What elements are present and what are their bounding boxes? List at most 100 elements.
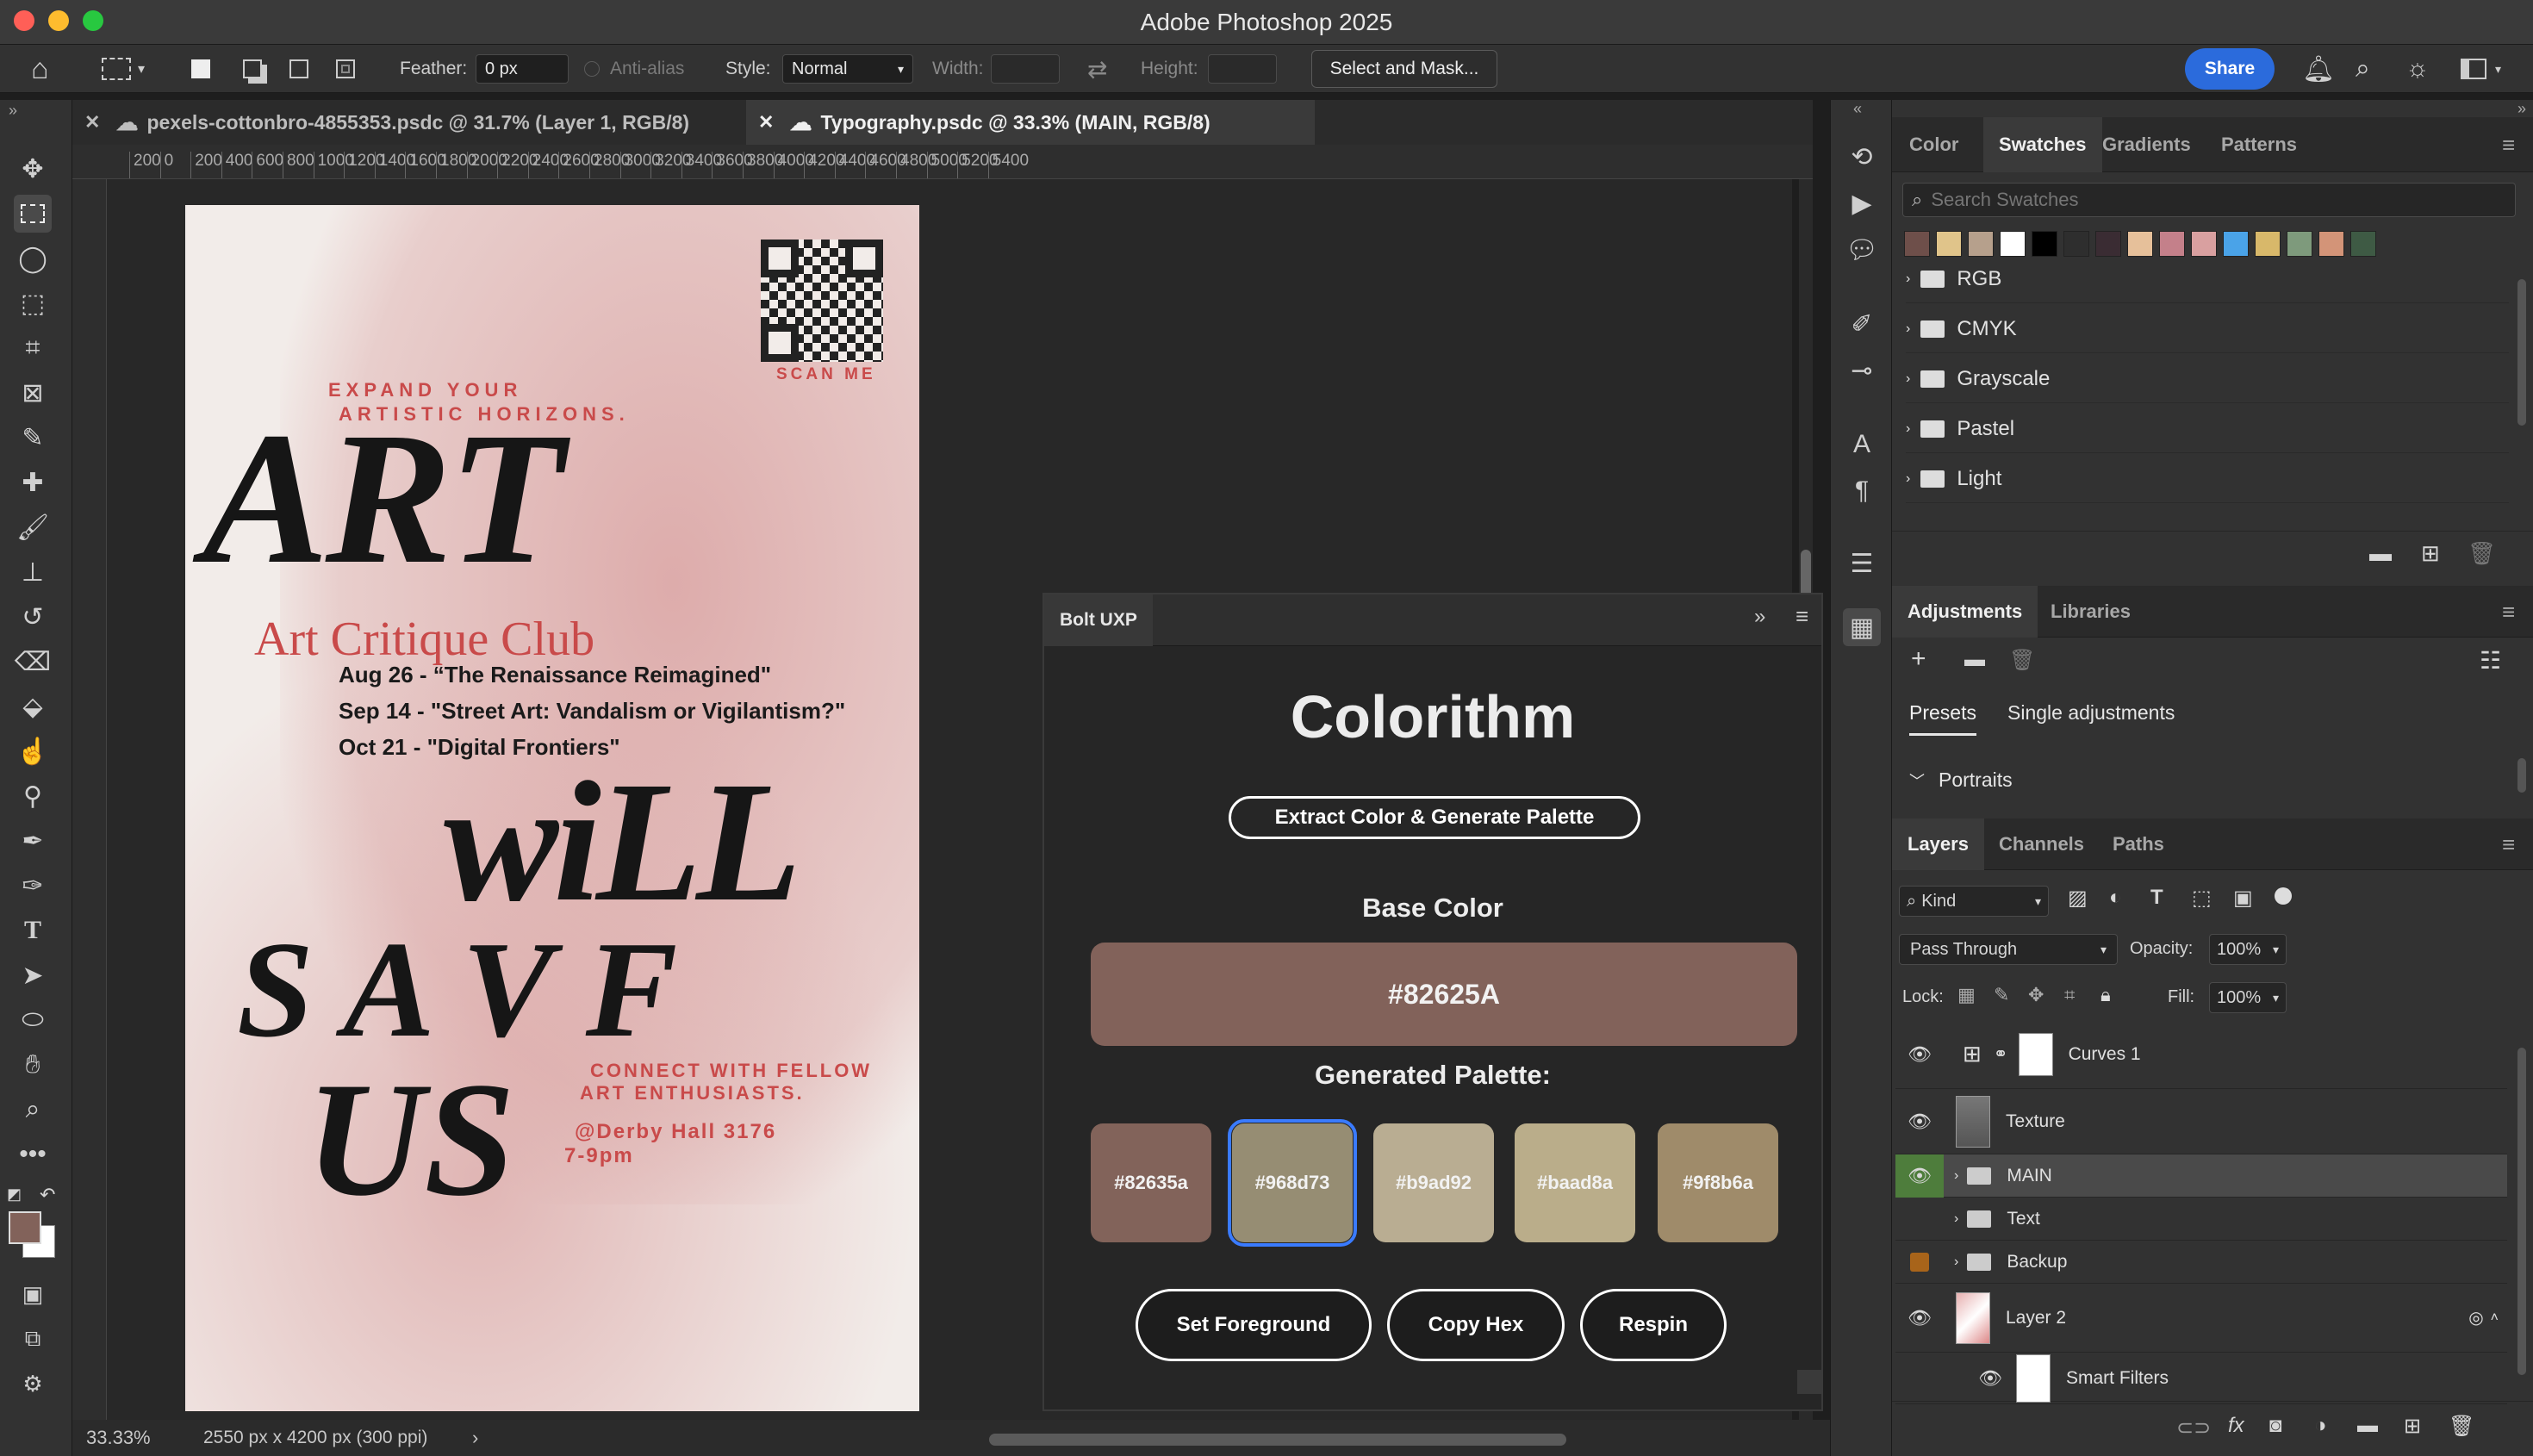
- palette-swatch-4[interactable]: #baad8a: [1515, 1123, 1635, 1242]
- swap-colors-icon[interactable]: ↶: [40, 1184, 55, 1206]
- color-swatch[interactable]: [2159, 231, 2185, 257]
- brush-tool-icon[interactable]: 🖌︎: [14, 508, 52, 546]
- move-tool-icon[interactable]: ✥: [14, 150, 52, 188]
- folder-icon[interactable]: ▬: [1964, 648, 1985, 672]
- more-tools-icon[interactable]: •••: [14, 1136, 52, 1173]
- lock-artboard-icon[interactable]: ⌗: [2064, 984, 2075, 1006]
- tab-swatches[interactable]: Swatches: [1983, 117, 2102, 172]
- eye-icon[interactable]: 👁︎: [1908, 1307, 1937, 1329]
- collapse-icon[interactable]: »: [9, 102, 17, 120]
- palette-swatch-5[interactable]: #9f8b6a: [1658, 1123, 1778, 1242]
- link-layers-icon[interactable]: ⊂⊃: [2176, 1416, 2211, 1440]
- brush-settings-icon[interactable]: ✐: [1843, 305, 1881, 343]
- filter-shape-icon[interactable]: ⬚: [2192, 886, 2212, 911]
- new-group-icon[interactable]: ▬: [2369, 540, 2392, 567]
- frame-tool-icon[interactable]: ⊠: [14, 374, 52, 412]
- color-swatch[interactable]: [2223, 231, 2249, 257]
- intersect-selection-icon[interactable]: [336, 45, 355, 93]
- brushes-icon[interactable]: ⊸: [1843, 352, 1881, 389]
- tab-libraries[interactable]: Libraries: [2051, 586, 2131, 638]
- color-swatch[interactable]: [1936, 231, 1962, 257]
- swatch-group-light[interactable]: › Light: [1906, 455, 2509, 503]
- properties-icon[interactable]: ☰: [1843, 544, 1881, 582]
- plugin-icon[interactable]: ▦: [1843, 608, 1881, 646]
- share-button[interactable]: Share: [2185, 48, 2275, 90]
- subtract-selection-icon[interactable]: [289, 45, 308, 93]
- tab-color[interactable]: Color: [1909, 117, 1958, 172]
- extract-button[interactable]: Extract Color & Generate Palette: [1229, 796, 1640, 839]
- new-selection-icon[interactable]: [191, 45, 210, 93]
- eyedropper-tool-icon[interactable]: ✎: [14, 419, 52, 457]
- antialias-checkbox[interactable]: Anti-alias: [584, 45, 684, 93]
- layer-row-smart-filters[interactable]: 👁︎ Smart Filters: [1895, 1353, 2507, 1404]
- smudge-tool-icon[interactable]: ☝: [14, 732, 52, 770]
- swatch-search-input[interactable]: [1931, 189, 2483, 211]
- tab-paths[interactable]: Paths: [2113, 818, 2164, 870]
- swatch-search[interactable]: ⌕: [1902, 183, 2516, 217]
- chain-link-icon[interactable]: ⚭: [1994, 1043, 2008, 1065]
- list-view-icon[interactable]: ☷: [2480, 646, 2501, 675]
- tab-gradients[interactable]: Gradients: [2102, 117, 2191, 172]
- swatch-group-cmyk[interactable]: › CMYK: [1906, 305, 2509, 353]
- layer-row-texture[interactable]: 👁︎ Texture: [1895, 1089, 2507, 1154]
- layer-row-backup[interactable]: › Backup: [1895, 1241, 2507, 1284]
- panel-menu-icon[interactable]: ≡: [2502, 117, 2515, 172]
- respin-button[interactable]: Respin: [1580, 1289, 1727, 1361]
- screen-mode-icon[interactable]: ⧉: [14, 1320, 52, 1358]
- resize-handle[interactable]: [1797, 1370, 1821, 1394]
- tab-patterns[interactable]: Patterns: [2221, 117, 2297, 172]
- color-swatch[interactable]: [2000, 231, 2026, 257]
- path-select-icon[interactable]: ➤: [14, 956, 52, 994]
- chevron-up-icon[interactable]: ˄: [2491, 1310, 2499, 1326]
- swatch-group-grayscale[interactable]: › Grayscale: [1906, 355, 2509, 403]
- color-swatch[interactable]: [2287, 231, 2312, 257]
- chevron-right-icon[interactable]: ›: [472, 1427, 478, 1449]
- set-foreground-button[interactable]: Set Foreground: [1136, 1289, 1372, 1361]
- lock-pixels-icon[interactable]: ✎: [1994, 984, 2009, 1006]
- filter-adjustment-icon[interactable]: ◐: [2109, 886, 2122, 910]
- eye-icon[interactable]: 👁︎: [1908, 1111, 1937, 1133]
- trash-icon[interactable]: 🗑︎: [2009, 648, 2035, 673]
- panel-menu-icon[interactable]: ≡: [2502, 586, 2515, 638]
- adjustment-layer-icon[interactable]: ◑: [2314, 1414, 2327, 1438]
- collapse-icon[interactable]: »: [2517, 100, 2526, 118]
- ellipse-tool-icon[interactable]: ⬭: [14, 1001, 52, 1039]
- color-swatch[interactable]: [2318, 231, 2344, 257]
- panel-menu-icon[interactable]: ≡: [2502, 818, 2515, 870]
- type-tool-icon[interactable]: T: [14, 912, 52, 949]
- lock-all-icon[interactable]: 🔒︎: [2100, 984, 2111, 1006]
- close-tab-icon[interactable]: ✕: [758, 111, 774, 134]
- eye-icon[interactable]: 👁︎: [1895, 1154, 1944, 1198]
- zoom-tool-icon[interactable]: ⌕: [14, 1091, 52, 1129]
- character-icon[interactable]: A: [1843, 426, 1881, 464]
- paragraph-icon[interactable]: ¶: [1843, 472, 1881, 510]
- color-swatch[interactable]: [2127, 231, 2153, 257]
- close-tab-icon[interactable]: ✕: [84, 111, 100, 134]
- delete-layer-icon[interactable]: 🗑︎: [2449, 1414, 2474, 1439]
- history-brush-icon[interactable]: ↺: [14, 598, 52, 636]
- filter-type-icon[interactable]: T: [2150, 886, 2163, 910]
- zoom-level[interactable]: 33.33%: [86, 1427, 151, 1449]
- base-color-swatch[interactable]: #82625A: [1091, 943, 1797, 1046]
- default-colors-icon[interactable]: ◩: [7, 1185, 22, 1204]
- blend-mode-select[interactable]: Pass Through ▾: [1899, 934, 2118, 965]
- hand-tool-icon[interactable]: ✋︎: [14, 1046, 52, 1084]
- subtab-single-adjustments[interactable]: Single adjustments: [2007, 701, 2175, 725]
- marquee-tool-preset[interactable]: ▾: [102, 45, 145, 93]
- edit-toolbar-icon[interactable]: ⚙: [14, 1365, 52, 1403]
- eye-icon[interactable]: 👁︎: [1978, 1367, 2007, 1390]
- crop-tool-icon[interactable]: ⌗: [14, 329, 52, 367]
- palette-swatch-3[interactable]: #b9ad92: [1373, 1123, 1494, 1242]
- workspace-icon[interactable]: ▾: [2461, 45, 2501, 93]
- color-swatch[interactable]: [2350, 231, 2376, 257]
- tab-pexels[interactable]: ✕ ☁︎ pexels-cottonbro-4855353.psdc @ 31.…: [72, 100, 744, 145]
- color-swatch[interactable]: [2063, 231, 2089, 257]
- chevron-right-icon[interactable]: ›: [1954, 1168, 1958, 1184]
- layer-row-curves[interactable]: 👁︎ ⊞ ⚭ Curves 1: [1895, 1020, 2507, 1089]
- lightbulb-icon[interactable]: ☼: [2405, 45, 2430, 93]
- panel-menu-icon[interactable]: ≡: [1796, 603, 1808, 630]
- portraits-section[interactable]: ﹀ Portraits: [1909, 768, 2013, 792]
- layer-row-layer2[interactable]: 👁︎ Layer 2 ◎ ˄: [1895, 1284, 2507, 1353]
- color-swatch[interactable]: [2255, 231, 2281, 257]
- copy-hex-button[interactable]: Copy Hex: [1387, 1289, 1565, 1361]
